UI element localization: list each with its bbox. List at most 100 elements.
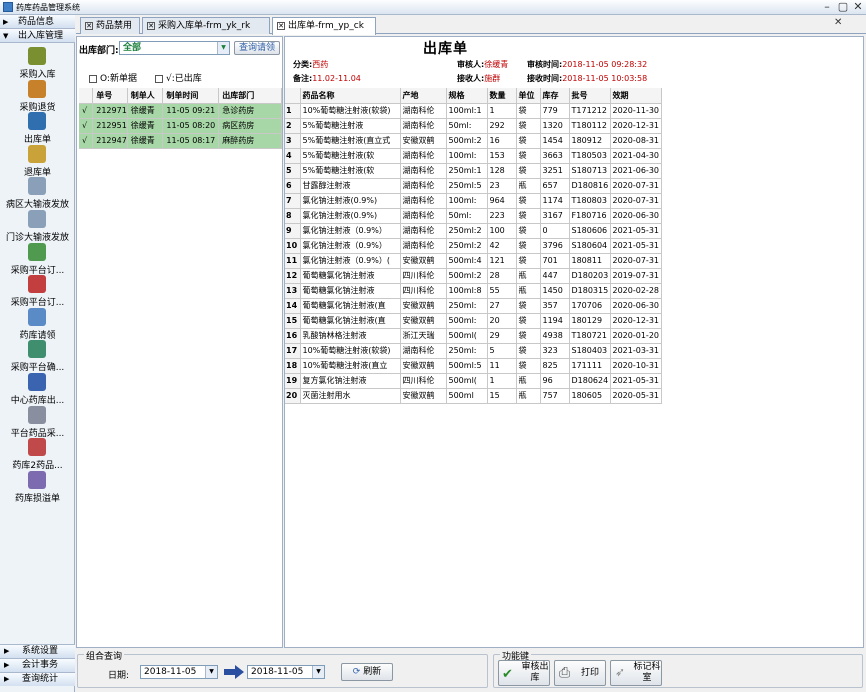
- sidebar-item[interactable]: 门诊大输液发放: [0, 210, 75, 243]
- empty-cell: [93, 298, 128, 313]
- empty-list-row: [79, 223, 282, 238]
- close-window-button[interactable]: ✕: [851, 1, 865, 13]
- nav-section-stock-management[interactable]: ▼ 出入库管理: [0, 29, 75, 43]
- empty-cell: [163, 238, 219, 253]
- new-doc-checkbox[interactable]: O:新单据: [89, 71, 137, 84]
- table-cell: 170706: [569, 298, 611, 314]
- table-row[interactable]: 12 葡萄糖氯化钠注射液 四川科伦 500ml:2 28 瓶 447 D180203 2019-…: [285, 268, 662, 284]
- sidebar-item[interactable]: 采购入库: [0, 47, 75, 80]
- sidebar-item[interactable]: 平台药品采...: [0, 405, 75, 439]
- table-cell: 1: [487, 373, 517, 389]
- tab-purchase-inbound[interactable]: ✕ 采购入库单-frm_yk_rk: [142, 17, 270, 34]
- sidebar-item[interactable]: 药库2药品...: [0, 438, 75, 471]
- table-row[interactable]: 8 氯化钠注射液(0.9%) 湖南科伦 50ml: 223 袋 3167 F180716 202…: [285, 208, 662, 224]
- outbound-list-panel: 出库部门: 全部 ▼ 查询请领 O:新单据 √:已出库 单号 制单人 制单时间 …: [76, 36, 283, 648]
- table-row[interactable]: 17 10%葡萄糖注射液(软袋) 湖南科伦 250ml: 5 袋 323 S180403 202…: [285, 343, 662, 359]
- table-cell: 500ml:: [446, 313, 488, 329]
- sidebar-item[interactable]: 中心药库出...: [0, 373, 75, 406]
- empty-cell: [219, 223, 282, 238]
- table-row[interactable]: 5 5%葡萄糖注射液(软 湖南科伦 250ml:1 128 袋 3251 S180713 202…: [285, 163, 662, 179]
- empty-list-row: [79, 613, 282, 628]
- refresh-button[interactable]: ⟳ 刷新: [341, 663, 393, 681]
- date-from-picker[interactable]: 2018-11-05 ▼: [140, 665, 218, 679]
- empty-list-row: [79, 463, 282, 478]
- table-cell: 湖南科伦: [400, 178, 447, 194]
- table-cell: 500ml:2: [446, 268, 488, 284]
- sidebar-item[interactable]: 采购平台订...: [0, 242, 75, 276]
- table-row[interactable]: 2 5%葡萄糖注射液 湖南科伦 50ml: 292 袋 1320 T180112 2020-12…: [285, 118, 662, 134]
- table-row[interactable]: 13 葡萄糖氯化钠注射液 四川科伦 100ml:8 55 瓶 1450 D180315 2020…: [285, 283, 662, 299]
- tab-drug-disable[interactable]: ✕ 药品禁用: [80, 17, 140, 34]
- col-header: 批号: [569, 88, 611, 104]
- table-row[interactable]: 15 葡萄糖氯化钠注射液(直 安徽双鹤 500ml: 20 袋 1194 180129 2020…: [285, 313, 662, 329]
- nav-section-drug-info[interactable]: ▶ 药品信息: [0, 15, 75, 29]
- dept-select[interactable]: 全部 ▼: [119, 41, 230, 55]
- sidebar-item[interactable]: 采购平台订...: [0, 275, 75, 308]
- list-row[interactable]: √ 212951 徐缓青 11-05 08:20 病区药房: [79, 118, 282, 134]
- sidebar-item[interactable]: 药库损溢单: [0, 470, 75, 504]
- sidebar-item-label: 出库单: [23, 135, 51, 146]
- table-cell: T180721: [569, 328, 611, 344]
- checkbox-box[interactable]: [89, 74, 97, 83]
- nav-section-system-settings[interactable]: ▶ 系统设置: [0, 644, 75, 658]
- sidebar-item[interactable]: 出库单: [0, 112, 75, 145]
- date-to-picker[interactable]: 2018-11-05 ▼: [247, 665, 325, 679]
- table-row[interactable]: 6 甘露醇注射液 湖南科伦 250ml:5 23 瓶 657 D180816 2020-07-3…: [285, 178, 662, 194]
- nav-section-query-stats[interactable]: ▶ 查询统计: [0, 672, 75, 686]
- empty-list-row: [79, 238, 282, 253]
- table-row[interactable]: 7 氯化钠注射液(0.9%) 湖南科伦 100ml: 964 袋 1174 T180803 20…: [285, 193, 662, 209]
- table-cell: 2021-04-30: [610, 148, 662, 164]
- sidebar-item[interactable]: 药库请领: [0, 307, 75, 341]
- table-row[interactable]: 14 葡萄糖氯化钠注射液(直 安徽双鹤 250ml: 27 袋 357 170706 2020-…: [285, 298, 662, 314]
- tab-outbound-order[interactable]: ✕ 出库单-frm_yp_ck: [272, 17, 376, 35]
- drug-detail-table: 药品名称 产地 规格 数量 单位 库存 批号 效期 1 10%葡萄糖注射液(软袋) 湖南科伦 100…: [285, 88, 662, 404]
- close-tab-icon[interactable]: ✕: [834, 17, 842, 28]
- sidebar-item[interactable]: 退库单: [0, 144, 75, 178]
- sidebar-item[interactable]: 病区大输液发放: [0, 177, 75, 210]
- table-row[interactable]: 20 灭菌注射用水 安徽双鹤 500ml 15 瓶 757 180605 2020-05-31: [285, 388, 662, 404]
- table-cell: 3251: [540, 163, 570, 179]
- table-row[interactable]: 3 5%葡萄糖注射液(直立式 安徽双鹤 500ml:2 16 袋 1454 180912 202…: [285, 133, 662, 149]
- maximize-button[interactable]: ▢: [836, 1, 850, 13]
- nav-section-accounting[interactable]: ▶ 会计事务: [0, 658, 75, 672]
- empty-cell: [163, 223, 219, 238]
- chevron-down-icon[interactable]: ▼: [312, 666, 324, 678]
- empty-cell: [93, 313, 128, 328]
- minimize-button[interactable]: –: [820, 1, 834, 13]
- table-row[interactable]: 1 10%葡萄糖注射液(软袋) 湖南科伦 100ml:1 1 袋 779 T171212 202…: [285, 103, 662, 119]
- table-row[interactable]: 10 氯化钠注射液（0.9%） 湖南科伦 250ml:2 42 袋 3796 S180604 2…: [285, 238, 662, 254]
- shipped-checkbox[interactable]: √:已出库: [155, 71, 202, 84]
- review-outbound-button[interactable]: ✔ 审核出库: [498, 660, 550, 686]
- sidebar-item[interactable]: 采购退货: [0, 79, 75, 113]
- tab-close-icon[interactable]: ✕: [147, 21, 155, 30]
- tab-close-icon[interactable]: ✕: [85, 21, 93, 30]
- list-row[interactable]: √ 212947 徐缓青 11-05 08:17 麻醉药房: [79, 133, 282, 149]
- query-request-button[interactable]: 查询请领: [234, 41, 280, 55]
- empty-cell: [79, 358, 93, 373]
- dept-label: 出库部门:: [79, 46, 119, 56]
- table-cell: 28: [487, 268, 517, 284]
- table-row[interactable]: 18 10%葡萄糖注射液(直立 安徽双鹤 500ml:5 11 袋 825 171111 202…: [285, 358, 662, 374]
- sidebar-item-label: 采购平台订...: [10, 298, 65, 309]
- field-label: 审核人:: [457, 60, 485, 69]
- mark-department-button[interactable]: ➶ 标记科室: [610, 660, 662, 686]
- table-row[interactable]: 16 乳酸钠林格注射液 浙江天瑞 500ml(29 袋 4938 T180721 2020-0…: [285, 328, 662, 344]
- table-row[interactable]: 11 氯化钠注射液（0.9%）(安徽双鹤 500ml:4 121 袋 701 180811 2…: [285, 253, 662, 269]
- checkbox-box[interactable]: [155, 74, 163, 83]
- empty-cell: [79, 403, 93, 418]
- table-row[interactable]: 19 复方氯化钠注射液 四川科伦 500ml(1 瓶 96 D180624 2021-05-3…: [285, 373, 662, 389]
- print-button[interactable]: ⎙ 打印: [554, 660, 606, 686]
- list-row[interactable]: √ 212971 徐缓青 11-05 09:21 急诊药房: [79, 103, 282, 119]
- empty-list-row: [79, 283, 282, 298]
- tab-close-icon[interactable]: ✕: [277, 21, 285, 30]
- table-row[interactable]: 4 5%葡萄糖注射液(软 湖南科伦 100ml: 153 袋 3663 T180503 2021…: [285, 148, 662, 164]
- empty-cell: [127, 193, 163, 208]
- sidebar-item[interactable]: 采购平台确...: [0, 340, 75, 373]
- cursor-icon: ➶: [615, 665, 626, 679]
- chevron-down-icon[interactable]: ▼: [217, 42, 229, 54]
- table-cell: 701: [540, 253, 570, 269]
- chevron-down-icon[interactable]: ▼: [205, 666, 217, 678]
- table-cell: T171212: [569, 103, 611, 119]
- table-row[interactable]: 9 氯化钠注射液（0.9%） 湖南科伦 250ml:2 100 袋 0 S180606 2021…: [285, 223, 662, 239]
- table-cell: 2020-02-28: [610, 283, 662, 299]
